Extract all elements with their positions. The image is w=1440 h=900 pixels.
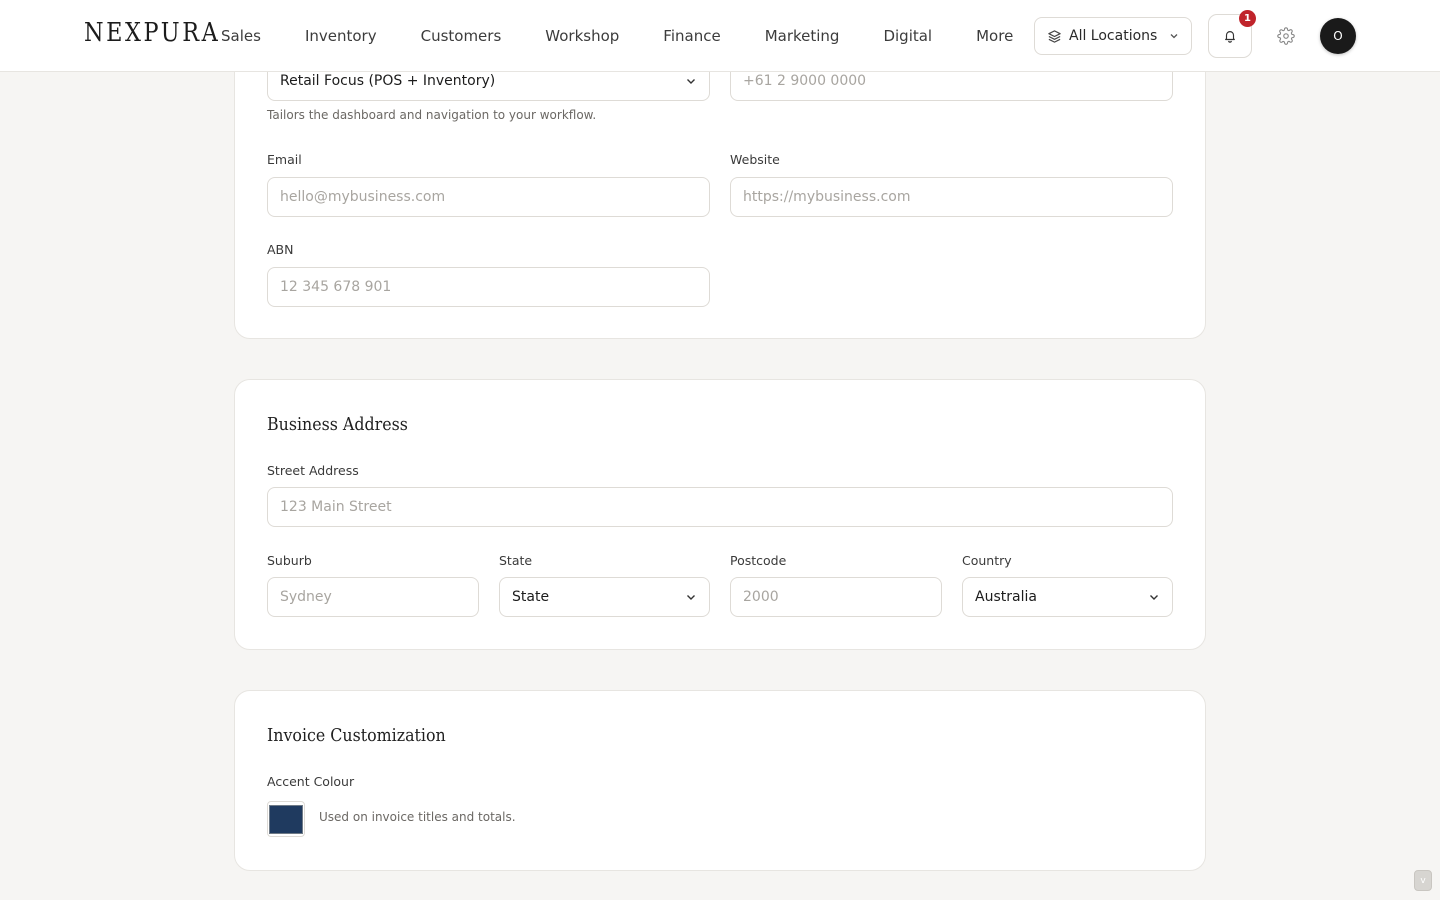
nav-item-marketing[interactable]: Marketing xyxy=(743,27,862,45)
suburb-field[interactable] xyxy=(267,577,479,617)
country-select[interactable]: Australia xyxy=(962,577,1173,617)
postcode-field[interactable] xyxy=(730,577,942,617)
main-nav: Sales Inventory Customers Workshop Finan… xyxy=(199,0,1035,72)
bell-icon xyxy=(1223,29,1237,43)
accent-colour-label: Accent Colour xyxy=(267,774,355,789)
website-field[interactable] xyxy=(730,177,1173,217)
location-selector[interactable]: All Locations xyxy=(1034,17,1192,55)
nav-item-digital[interactable]: Digital xyxy=(861,27,954,45)
chevron-down-icon xyxy=(685,75,697,87)
state-label: State xyxy=(499,553,533,568)
notification-count-badge: 1 xyxy=(1239,10,1256,27)
layers-icon xyxy=(1047,29,1062,44)
nav-item-finance[interactable]: Finance xyxy=(641,27,742,45)
user-avatar[interactable]: O xyxy=(1320,18,1356,54)
invoice-customization-title: Invoice Customization xyxy=(267,725,446,746)
business-type-value: Retail Focus (POS + Inventory) xyxy=(280,73,496,89)
postcode-label: Postcode xyxy=(730,553,787,568)
business-type-hint: Tailors the dashboard and navigation to … xyxy=(267,108,597,122)
nav-item-customers[interactable]: Customers xyxy=(399,27,524,45)
chevron-down-icon xyxy=(1169,31,1179,41)
accent-colour-swatch xyxy=(269,804,303,834)
scroll-down-button[interactable]: v xyxy=(1414,870,1432,891)
nav-item-sales[interactable]: Sales xyxy=(199,27,283,45)
website-label: Website xyxy=(730,152,780,167)
country-label: Country xyxy=(962,553,1012,568)
street-address-label: Street Address xyxy=(267,463,359,478)
state-select-value: State xyxy=(512,589,550,605)
settings-button[interactable] xyxy=(1274,24,1298,48)
accent-colour-picker[interactable] xyxy=(267,801,305,837)
business-address-card: Business Address Street Address Suburb S… xyxy=(234,379,1206,650)
chevron-down-icon xyxy=(685,591,697,603)
top-navigation-bar: NEXPURA Sales Inventory Customers Worksh… xyxy=(0,0,1440,72)
email-field[interactable] xyxy=(267,177,710,217)
location-selector-label: All Locations xyxy=(1069,28,1158,44)
chevron-down-icon xyxy=(1148,591,1160,603)
suburb-label: Suburb xyxy=(267,553,312,568)
street-address-field[interactable] xyxy=(267,487,1173,527)
state-select[interactable]: State xyxy=(499,577,710,617)
nav-item-more[interactable]: More xyxy=(954,27,1035,45)
nav-item-inventory[interactable]: Inventory xyxy=(283,27,399,45)
email-label: Email xyxy=(267,152,302,167)
abn-label: ABN xyxy=(267,242,294,257)
invoice-customization-card: Invoice Customization Accent Colour Used… xyxy=(234,690,1206,871)
accent-colour-hint: Used on invoice titles and totals. xyxy=(319,810,516,824)
abn-field[interactable] xyxy=(267,267,710,307)
business-address-title: Business Address xyxy=(267,414,408,435)
country-select-value: Australia xyxy=(975,589,1037,605)
nav-item-workshop[interactable]: Workshop xyxy=(523,27,641,45)
gear-icon xyxy=(1277,27,1295,45)
